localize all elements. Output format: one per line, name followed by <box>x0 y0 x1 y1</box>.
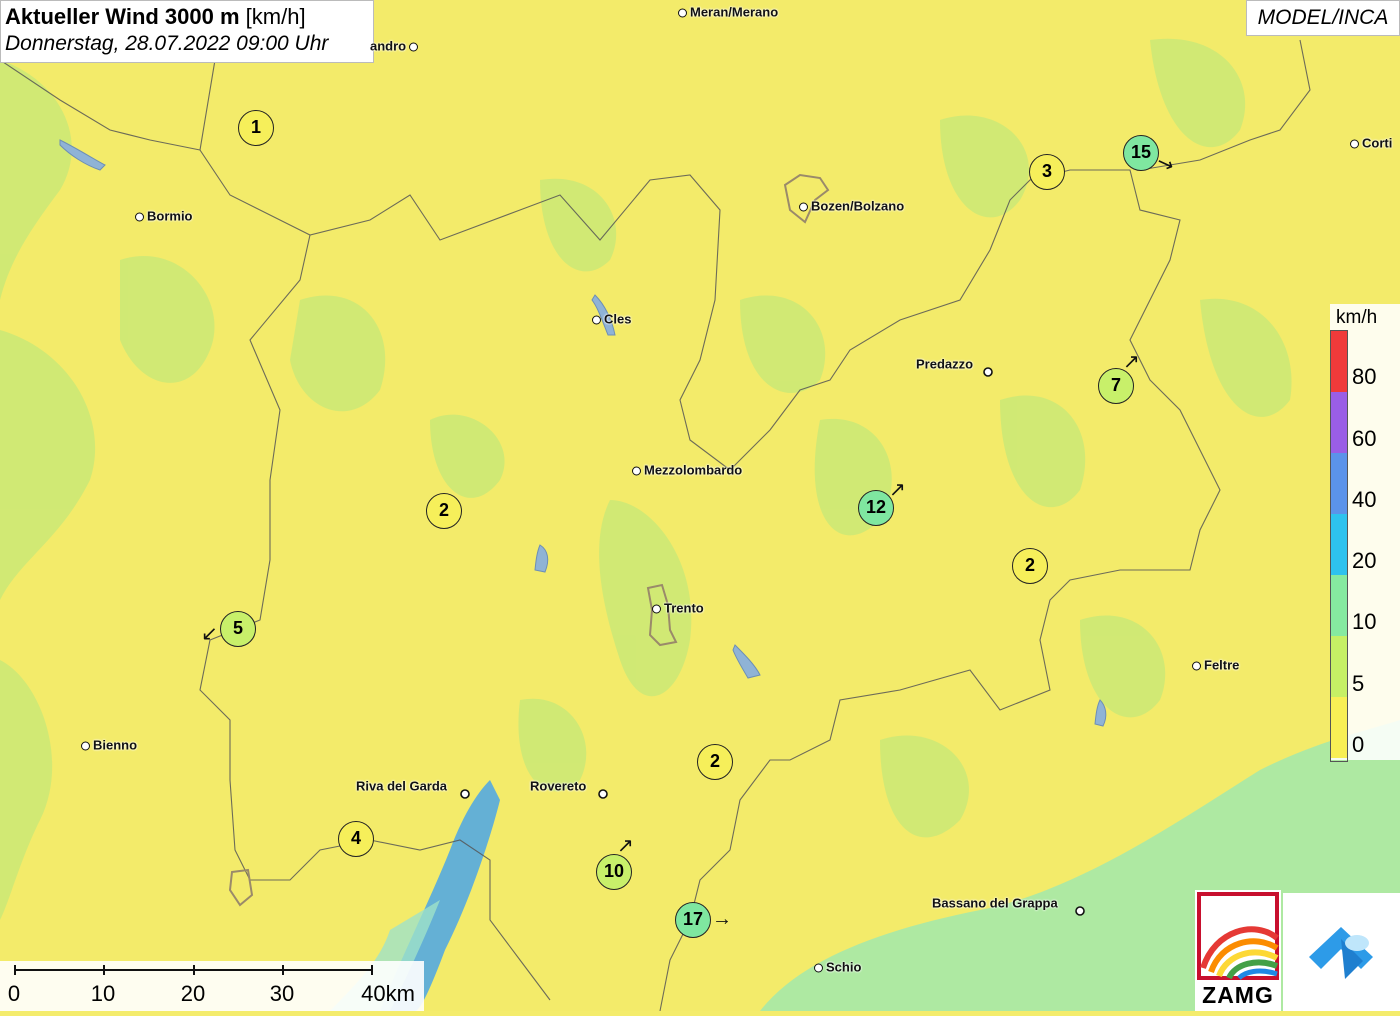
legend-label: 60 <box>1352 426 1377 451</box>
zamg-logo-text: ZAMG <box>1202 982 1274 1008</box>
scale-tick <box>371 965 373 975</box>
wind-arrow-icon: ↙ <box>201 623 218 645</box>
town-trento: Trento <box>649 601 704 616</box>
scale-label: 30 <box>269 981 295 1006</box>
wind-marker[interactable]: 3 <box>1029 154 1065 190</box>
legend-label: 0 <box>1352 732 1365 757</box>
wind-arrow-icon: ↗ <box>1123 351 1140 373</box>
town-predazzo: Predazzo <box>916 356 974 372</box>
town-dot-icon <box>81 741 90 751</box>
wind-marker[interactable]: 2 <box>1012 548 1048 584</box>
town-dot-icon <box>409 42 419 52</box>
map-title-main: Aktueller Wind 3000 m <box>5 4 240 29</box>
town-dot-icon <box>592 315 601 325</box>
wind-marker[interactable]: 17 <box>675 902 711 938</box>
town-dot-icon <box>598 789 608 799</box>
scale-bar: 0 10 20 30 40km <box>0 961 424 1011</box>
legend-color-bar <box>1330 330 1348 762</box>
wind-marker[interactable]: 4 <box>338 821 374 857</box>
legend-unit: km/h <box>1336 307 1378 328</box>
town-rovereto: Rovereto <box>530 778 587 794</box>
scale-label: 10 <box>90 981 116 1006</box>
legend-label: 80 <box>1352 364 1377 389</box>
town-dot-icon <box>1192 661 1201 671</box>
legend-label: 40 <box>1352 487 1377 512</box>
wind-arrow-icon: ↗ <box>617 835 634 857</box>
wind-marker[interactable]: 7 <box>1098 368 1134 404</box>
wind-marker[interactable]: 1 <box>238 110 274 146</box>
legend-segment <box>1331 453 1347 514</box>
legend-segment <box>1331 697 1347 758</box>
town-dot-icon <box>632 466 641 476</box>
legend-label: 20 <box>1352 548 1377 573</box>
town-schio: Schio <box>811 960 861 975</box>
wind-map[interactable] <box>0 0 1400 1011</box>
zamg-logo[interactable]: ZAMG <box>1195 890 1281 1011</box>
rainbow-icon <box>1197 892 1279 980</box>
town-dot-icon <box>814 963 823 973</box>
cloud-arrow-logo[interactable] <box>1283 893 1400 1011</box>
town-bassano: Bassano del Grappa <box>932 895 1058 911</box>
town-mezzolombardo: Mezzolombardo <box>629 463 742 478</box>
town-bienno: Bienno <box>78 738 137 753</box>
town-cles: Cles <box>589 312 631 327</box>
town-meran: Meran/Merano <box>675 5 778 20</box>
legend-segment <box>1331 636 1347 697</box>
wind-arrow-icon: ↗ <box>889 479 906 501</box>
town-bormio: Bormio <box>132 209 193 224</box>
scale-tick <box>282 965 284 975</box>
legend-segment <box>1331 392 1347 453</box>
legend-label: 10 <box>1352 609 1377 634</box>
model-label: MODEL/INCA <box>1246 0 1400 36</box>
wind-marker[interactable]: 15 <box>1123 135 1159 171</box>
scale-tick <box>14 965 16 975</box>
town-corti: Corti <box>1347 136 1392 151</box>
color-legend: km/h 80 60 40 20 10 5 0 <box>1330 304 1400 762</box>
wind-marker[interactable]: 2 <box>426 493 462 529</box>
map-title: Aktueller Wind 3000 m [km/h] <box>5 4 373 30</box>
wind-marker[interactable]: 10 <box>596 854 632 890</box>
town-dot-icon <box>983 367 993 377</box>
map-title-box: Aktueller Wind 3000 m [km/h] Donnerstag,… <box>0 0 374 63</box>
map-datetime: Donnerstag, 28.07.2022 09:00 Uhr <box>5 32 329 55</box>
scale-label: 40km <box>361 981 415 1006</box>
legend-segment <box>1331 514 1347 575</box>
town-feltre: Feltre <box>1189 658 1239 673</box>
town-dot-icon <box>1350 139 1359 149</box>
town-dot-icon <box>678 8 687 18</box>
scale-label: 20 <box>180 981 206 1006</box>
legend-segment <box>1331 575 1347 636</box>
scale-tick <box>103 965 105 975</box>
legend-label: 5 <box>1352 671 1365 696</box>
wind-marker[interactable]: 5 <box>220 611 256 647</box>
map-title-unit: [km/h] <box>245 4 306 29</box>
town-dot-icon <box>135 212 144 222</box>
town-dot-icon <box>652 604 661 614</box>
cloud-arrow-icon <box>1309 927 1373 979</box>
town-bozen: Bozen/Bolzano <box>796 199 904 214</box>
town-dot-icon <box>1075 906 1085 916</box>
town-dot-icon <box>799 202 808 212</box>
scale-tick <box>193 965 195 975</box>
town-riva: Riva del Garda <box>356 778 448 794</box>
scale-label: 0 <box>7 981 21 1006</box>
town-dot-icon <box>460 789 470 799</box>
wind-arrow-icon: → <box>712 908 732 930</box>
town-andro: andro <box>370 39 421 54</box>
legend-segment <box>1331 331 1347 392</box>
wind-marker[interactable]: 2 <box>697 744 733 780</box>
